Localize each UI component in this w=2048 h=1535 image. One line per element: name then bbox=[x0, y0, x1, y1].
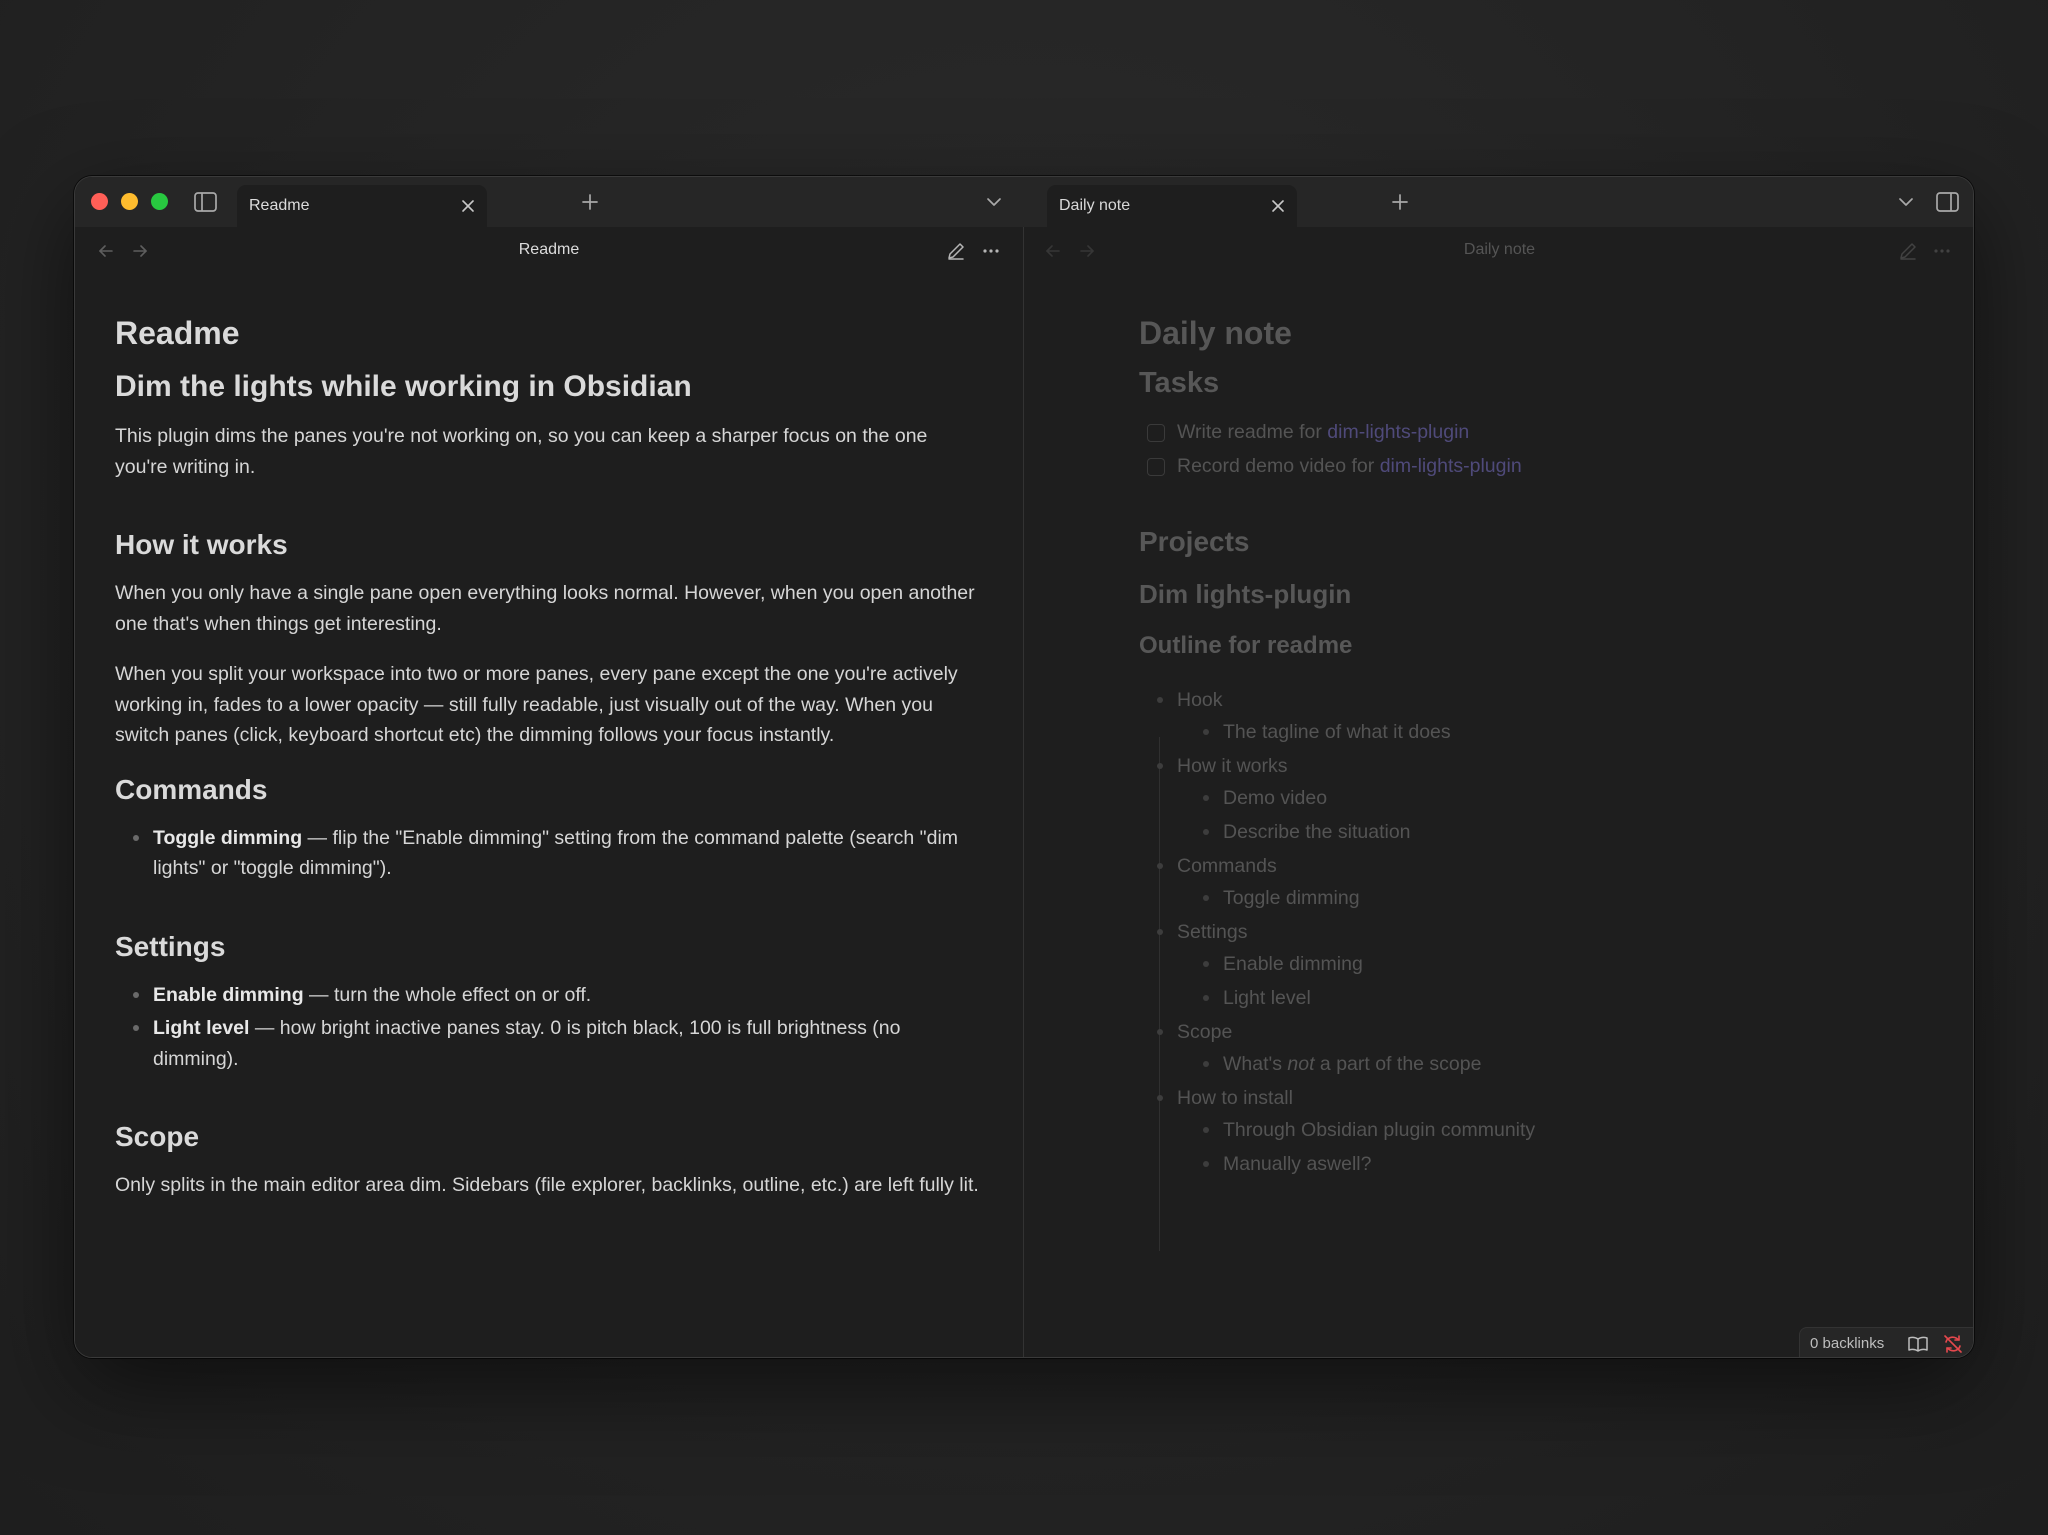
outline-subitem: Light level bbox=[1139, 983, 1935, 1013]
outline-subitem-text: What's bbox=[1223, 1053, 1288, 1075]
internal-link[interactable]: dim-lights-plugin bbox=[1327, 421, 1469, 443]
tab-readme[interactable]: Readme bbox=[237, 185, 487, 227]
outline-subitem: What's not a part of the scope bbox=[1139, 1049, 1935, 1079]
task-text: Record demo video for bbox=[1177, 454, 1380, 477]
intro-paragraph: This plugin dims the panes you're not wo… bbox=[115, 425, 928, 478]
outline-subitem: Through Obsidian plugin community bbox=[1139, 1115, 1935, 1145]
list-item: Toggle dimming — flip the "Enable dimmin… bbox=[133, 823, 983, 884]
list-item-text: — how bright inactive panes stay. 0 is p… bbox=[153, 1017, 901, 1070]
new-tab-button[interactable] bbox=[1387, 189, 1413, 215]
reading-mode-icon[interactable] bbox=[1907, 1333, 1929, 1355]
outline-subitem-text: a part of the scope bbox=[1314, 1053, 1482, 1075]
outline-subitem: Enable dimming bbox=[1139, 949, 1935, 979]
close-icon[interactable] bbox=[457, 195, 479, 217]
note-content[interactable]: Readme Dim the lights while working in O… bbox=[115, 311, 983, 1221]
commands-list: Toggle dimming — flip the "Enable dimmin… bbox=[115, 823, 983, 884]
minimize-window-button[interactable] bbox=[121, 193, 138, 210]
tab-daily-note[interactable]: Daily note bbox=[1047, 185, 1297, 227]
list-item-bold: Light level bbox=[153, 1017, 250, 1039]
zoom-window-button[interactable] bbox=[151, 193, 168, 210]
outline-subitem: Demo video bbox=[1139, 783, 1935, 813]
settings-list: Enable dimming — turn the whole effect o… bbox=[115, 980, 983, 1075]
outline-list-wrapper: Hook The tagline of what it does How it … bbox=[1139, 685, 1935, 1251]
outline-subitem: Manually aswell? bbox=[1139, 1149, 1935, 1179]
outline-item: How it works bbox=[1139, 751, 1935, 781]
inline-title[interactable]: Readme bbox=[115, 311, 983, 355]
inline-title[interactable]: Daily note bbox=[1139, 311, 1935, 355]
note-content[interactable]: Daily note Tasks Write readme for dim-li… bbox=[1139, 311, 1935, 1251]
list-item: Enable dimming — turn the whole effect o… bbox=[133, 980, 983, 1011]
left-sidebar-toggle-icon[interactable] bbox=[193, 191, 219, 213]
edit-pencil-icon[interactable] bbox=[945, 240, 967, 262]
how-paragraph-1: When you only have a single pane open ev… bbox=[115, 582, 975, 635]
heading-tasks: Tasks bbox=[1139, 367, 1220, 399]
task-checkbox[interactable] bbox=[1147, 424, 1165, 442]
task-text: Write readme for bbox=[1177, 421, 1328, 443]
backlinks-count[interactable]: 0 backlinks bbox=[1810, 1335, 1884, 1352]
outline-item: Commands bbox=[1139, 851, 1935, 881]
heading-dim-lights-plugin: Dim lights-plugin bbox=[1139, 579, 1352, 609]
status-bar: 0 backlinks bbox=[1799, 1327, 1973, 1357]
editor-pane-daily-note[interactable]: Daily note Daily note Tasks Write readme… bbox=[1024, 227, 1973, 1357]
task-checkbox[interactable] bbox=[1147, 457, 1165, 476]
more-options-icon[interactable] bbox=[980, 240, 1002, 262]
view-header-title[interactable]: Daily note bbox=[1024, 241, 1973, 259]
how-paragraph-2: When you split your workspace into two o… bbox=[115, 663, 958, 746]
editor-pane-readme[interactable]: Readme Readme Dim the lights while worki… bbox=[75, 227, 1023, 1357]
task-item: Record demo video for dim-lights-plugin bbox=[1139, 451, 1935, 482]
heading-projects: Projects bbox=[1139, 526, 1250, 557]
sync-error-icon[interactable] bbox=[1942, 1333, 1964, 1355]
outline-subitem: The tagline of what it does bbox=[1139, 717, 1935, 747]
close-icon[interactable] bbox=[1267, 195, 1289, 217]
view-header: Readme bbox=[75, 227, 1023, 275]
list-item-text: — turn the whole effect on or off. bbox=[303, 983, 592, 1006]
tab-list-chevron-down-icon[interactable] bbox=[1893, 189, 1919, 215]
scope-paragraph: Only splits in the main editor area dim.… bbox=[115, 1174, 979, 1196]
tab-list-chevron-down-icon[interactable] bbox=[981, 189, 1007, 215]
more-options-icon[interactable] bbox=[1931, 240, 1953, 262]
outline-item: Hook bbox=[1139, 685, 1935, 715]
heading-outline-for-readme: Outline for readme bbox=[1139, 632, 1353, 659]
list-item-bold: Enable dimming bbox=[153, 983, 304, 1006]
task-item: Write readme for dim-lights-plugin bbox=[1139, 417, 1935, 448]
heading-how-it-works: How it works bbox=[115, 529, 288, 560]
internal-link[interactable]: dim-lights-plugin bbox=[1380, 455, 1522, 477]
outline-item: How to install bbox=[1139, 1083, 1935, 1113]
list-item: Light level — how bright inactive panes … bbox=[133, 1013, 983, 1074]
app-window: Readme Daily note Readme Readme Dim the … bbox=[74, 176, 1974, 1358]
outline-item: Scope bbox=[1139, 1017, 1935, 1047]
heading-commands: Commands bbox=[115, 773, 268, 805]
right-sidebar-toggle-icon[interactable] bbox=[1935, 189, 1961, 215]
tab-label: Daily note bbox=[1059, 197, 1131, 214]
list-item-bold: Toggle dimming bbox=[153, 826, 303, 849]
outline-item: Settings bbox=[1139, 917, 1935, 947]
view-header: Daily note bbox=[1024, 227, 1973, 275]
edit-pencil-icon[interactable] bbox=[1897, 240, 1919, 262]
new-tab-button[interactable] bbox=[577, 189, 603, 215]
view-header-title[interactable]: Readme bbox=[75, 241, 1023, 259]
heading-settings: Settings bbox=[115, 930, 226, 962]
tab-bar: Readme Daily note bbox=[75, 177, 1973, 227]
heading-scope: Scope bbox=[115, 1121, 200, 1152]
outline-subitem-emphasis: not bbox=[1287, 1053, 1315, 1075]
tab-label: Readme bbox=[249, 197, 310, 214]
close-window-button[interactable] bbox=[91, 193, 108, 210]
outline-subitem: Toggle dimming bbox=[1139, 883, 1935, 913]
outline-subitem: Describe the situation bbox=[1139, 817, 1935, 847]
outline-list: Hook The tagline of what it does How it … bbox=[1139, 685, 1935, 1179]
heading-main: Dim the lights while working in Obsidian bbox=[115, 370, 692, 403]
